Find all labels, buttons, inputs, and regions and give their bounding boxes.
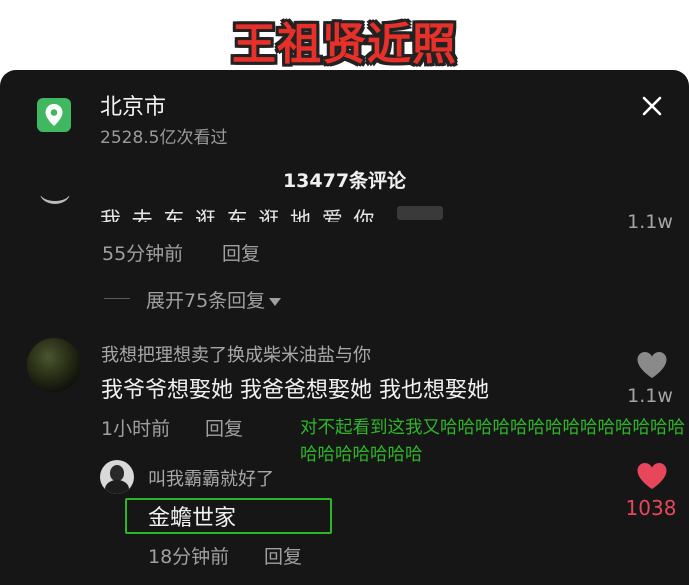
avatar[interactable] xyxy=(40,196,70,204)
heart-icon[interactable] xyxy=(636,462,668,490)
close-icon xyxy=(642,96,662,116)
avatar[interactable] xyxy=(100,460,134,494)
reply-button[interactable]: 回复 xyxy=(205,414,243,441)
banner-title: 王祖贤近照 xyxy=(232,19,457,70)
reply-button[interactable]: 回复 xyxy=(264,542,302,569)
location-name[interactable]: 北京市 xyxy=(100,89,166,121)
heart-icon[interactable] xyxy=(636,351,668,379)
divider xyxy=(104,298,130,299)
comment-time: 1小时前 xyxy=(101,418,171,440)
comment-username[interactable]: 我想把理想卖了换成柴米油盐与你 xyxy=(101,341,371,367)
overlay-caption: 对不起看到这我又哈哈哈哈哈哈哈哈哈哈哈哈哈哈哈哈哈哈哈哈哈 xyxy=(300,418,685,465)
location-views: 2528.5亿次看过 xyxy=(100,128,228,148)
avatar[interactable] xyxy=(27,338,81,392)
reply-text: 金蟾世家 xyxy=(148,506,237,531)
banner: 王祖贤近照 xyxy=(0,0,689,70)
comment-text: 我.去.东.逛.东.逛.地.爱.你. xyxy=(100,208,386,222)
expand-replies-label: 展开75条回复 xyxy=(146,290,266,312)
location-pin-icon xyxy=(37,98,71,132)
comments-panel: 北京市 2528.5亿次看过 13477条评论 我.去.东.逛.东.逛.地.爱.… xyxy=(0,70,689,585)
reply-time: 18分钟前 xyxy=(148,546,230,568)
reply-username[interactable]: 叫我霸霸就好了 xyxy=(148,465,274,491)
expand-replies-button[interactable]: 展开75条回复 xyxy=(146,286,282,313)
comment-count-title: 13477条评论 xyxy=(282,170,407,192)
like-count: 1.1w xyxy=(627,211,673,233)
caret-down-icon xyxy=(269,297,282,306)
reply-button[interactable]: 回复 xyxy=(222,239,260,266)
author-tag xyxy=(397,206,443,220)
close-button[interactable] xyxy=(636,90,668,122)
like-count: 1038 xyxy=(625,496,677,520)
comment-time: 55分钟前 xyxy=(102,243,184,265)
like-count: 1.1w xyxy=(627,385,673,407)
comment-text: 我爷爷想娶她 我爸爸想娶她 我也想娶她 xyxy=(101,378,489,403)
comment-item: 我.去.东.逛.东.逛.地.爱.你. xyxy=(0,196,689,222)
